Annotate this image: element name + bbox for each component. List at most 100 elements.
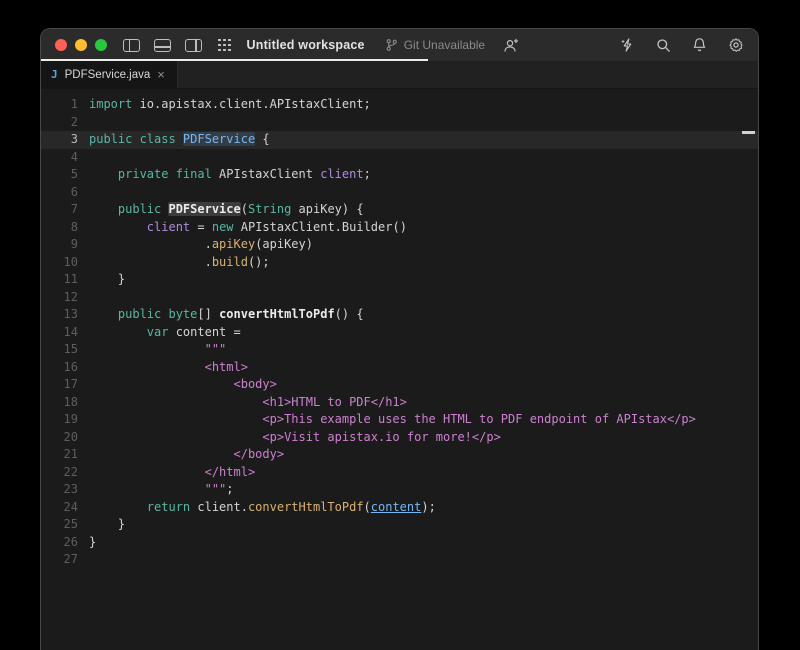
code-line[interactable]: 8 client = new APIstaxClient.Builder() [41, 219, 758, 237]
line-number: 25 [41, 516, 78, 534]
code-line[interactable]: 24 return client.convertHtmlToPdf(conten… [41, 499, 758, 517]
loading-progress-bar [41, 59, 428, 61]
notifications-button[interactable] [692, 37, 707, 53]
code-token: apiKey) { [291, 202, 363, 216]
code-token: PDFService [183, 132, 255, 146]
spark-icon [620, 37, 635, 53]
tab-bar: J PDFService.java × [41, 61, 758, 89]
code-line[interactable]: 7 public PDFService(String apiKey) { [41, 201, 758, 219]
code-token: . [89, 237, 212, 251]
code-text: public class PDFService { [78, 131, 270, 149]
code-text [78, 114, 89, 132]
code-text: } [78, 516, 125, 534]
line-number: 7 [41, 201, 78, 219]
line-number: 26 [41, 534, 78, 552]
code-line[interactable]: 16 <html> [41, 359, 758, 377]
app-grid-icon[interactable] [218, 39, 231, 52]
line-number: 23 [41, 481, 78, 499]
code-token: apiKey [212, 237, 255, 251]
code-line[interactable]: 20 <p>Visit apistax.io for more!</p> [41, 429, 758, 447]
toggle-left-dock-icon[interactable] [123, 39, 140, 52]
code-token: public class [89, 132, 183, 146]
code-text: <p>This example uses the HTML to PDF end… [78, 411, 696, 429]
add-collaborator-button[interactable] [503, 38, 519, 53]
line-number: 4 [41, 149, 78, 167]
bell-icon [692, 37, 707, 53]
code-editor[interactable]: 1 import io.apistax.client.APIstaxClient;… [41, 89, 758, 650]
code-token: ; [226, 482, 233, 496]
workspace-title[interactable]: Untitled workspace [247, 38, 365, 52]
code-line[interactable]: 2 [41, 114, 758, 132]
close-tab-icon[interactable]: × [157, 68, 165, 81]
line-number: 22 [41, 464, 78, 482]
line-number: 14 [41, 324, 78, 342]
code-line[interactable]: 3public class PDFService { [41, 131, 758, 149]
zoom-window-button[interactable] [95, 39, 107, 51]
code-line[interactable]: 14 var content = [41, 324, 758, 342]
code-text: public byte[] convertHtmlToPdf() { [78, 306, 364, 324]
code-line[interactable]: 9 .apiKey(apiKey) [41, 236, 758, 254]
code-token: . [89, 255, 212, 269]
code-token: <h1>HTML to PDF</h1> [89, 395, 407, 409]
code-line[interactable]: 25 } [41, 516, 758, 534]
code-line[interactable]: 13 public byte[] convertHtmlToPdf() { [41, 306, 758, 324]
code-token: private final [118, 167, 212, 181]
code-token: convertHtmlToPdf [219, 307, 335, 321]
code-line[interactable]: 11 } [41, 271, 758, 289]
code-line[interactable]: 15 """ [41, 341, 758, 359]
assistant-button[interactable] [620, 37, 635, 53]
code-line[interactable]: 12 [41, 289, 758, 307]
code-token: import [89, 97, 132, 111]
code-token: ( [241, 202, 248, 216]
line-number: 13 [41, 306, 78, 324]
code-token: } [89, 517, 125, 531]
code-line[interactable]: 10 .build(); [41, 254, 758, 272]
close-window-button[interactable] [55, 39, 67, 51]
code-text [78, 149, 89, 167]
code-token: = [190, 220, 212, 234]
code-token: ); [421, 500, 435, 514]
line-number: 27 [41, 551, 78, 569]
code-text: } [78, 534, 96, 552]
code-line[interactable]: 22 </html> [41, 464, 758, 482]
code-line[interactable]: 6 [41, 184, 758, 202]
code-line[interactable]: 17 <body> [41, 376, 758, 394]
code-line[interactable]: 5 private final APIstaxClient client; [41, 166, 758, 184]
line-number: 1 [41, 96, 78, 114]
code-token: ( [364, 500, 371, 514]
toggle-bottom-dock-icon[interactable] [154, 39, 171, 52]
code-token: <p>This example uses the HTML to PDF end… [89, 412, 696, 426]
code-line[interactable]: 4 [41, 149, 758, 167]
line-number: 19 [41, 411, 78, 429]
minimize-window-button[interactable] [75, 39, 87, 51]
add-person-icon [503, 38, 519, 53]
code-line[interactable]: 19 <p>This example uses the HTML to PDF … [41, 411, 758, 429]
code-line[interactable]: 21 </body> [41, 446, 758, 464]
code-text [78, 184, 89, 202]
code-line[interactable]: 1 import io.apistax.client.APIstaxClient; [41, 96, 758, 114]
code-line[interactable]: 26} [41, 534, 758, 552]
code-token [89, 202, 118, 216]
settings-gear-icon [728, 37, 744, 53]
code-line[interactable]: 23 """; [41, 481, 758, 499]
line-number: 17 [41, 376, 78, 394]
code-token: </body> [89, 447, 284, 461]
code-token [89, 167, 118, 181]
toggle-right-dock-icon[interactable] [185, 39, 202, 52]
code-token [89, 500, 147, 514]
code-token: client [320, 167, 363, 181]
code-line[interactable]: 27 [41, 551, 758, 569]
code-token: io.apistax.client.APIstaxClient; [132, 97, 370, 111]
tab-pdfservice-java[interactable]: J PDFService.java × [41, 61, 178, 88]
code-token: </html> [89, 465, 255, 479]
code-text: return client.convertHtmlToPdf(content); [78, 499, 436, 517]
code-token: String [248, 202, 291, 216]
line-number: 18 [41, 394, 78, 412]
code-token: client [147, 220, 190, 234]
git-status-button[interactable]: Git Unavailable [385, 38, 485, 52]
search-button[interactable] [656, 38, 671, 53]
settings-button[interactable] [728, 37, 744, 53]
symbol-link-content[interactable]: content [371, 500, 422, 514]
code-text: <h1>HTML to PDF</h1> [78, 394, 407, 412]
code-line[interactable]: 18 <h1>HTML to PDF</h1> [41, 394, 758, 412]
